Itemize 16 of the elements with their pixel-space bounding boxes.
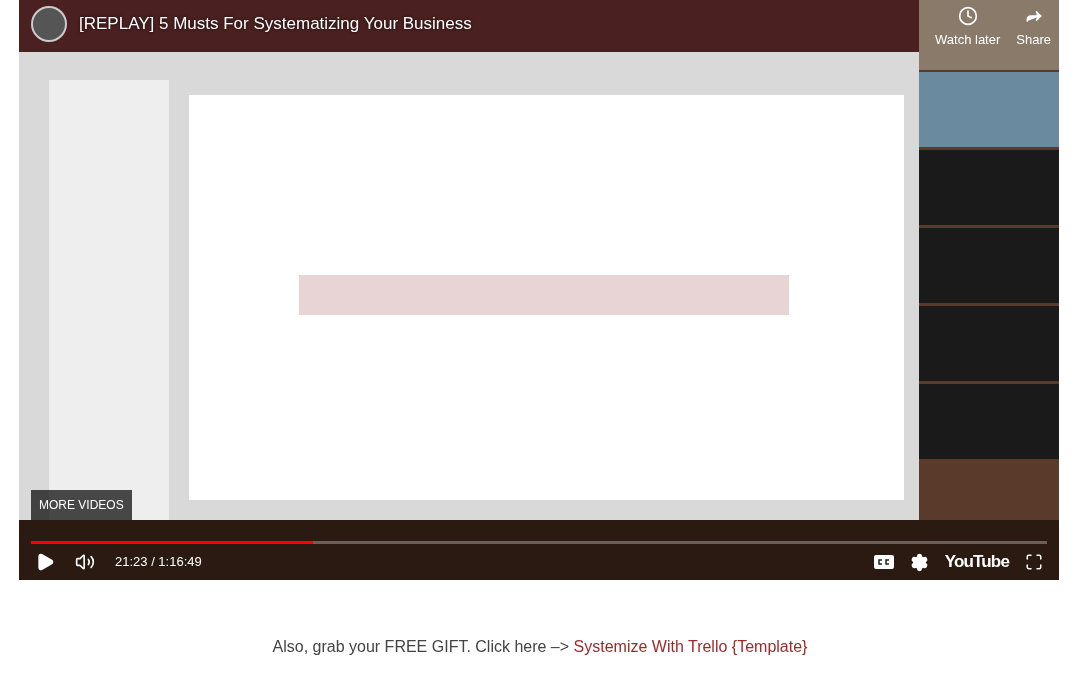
volume-icon <box>75 552 95 572</box>
caption-text: Also, grab your FREE GIFT. Click here –> Systemize With Trello {Template} <box>272 637 808 657</box>
settings-button[interactable] <box>909 552 929 572</box>
watch-later-button[interactable]: Watch later <box>935 6 1001 50</box>
settings-icon <box>909 552 929 572</box>
play-icon <box>35 552 55 572</box>
captions-button[interactable] <box>873 555 894 569</box>
template-link[interactable]: Systemize With Trello {Template} <box>573 638 808 655</box>
fullscreen-icon <box>1025 553 1043 571</box>
time-display: 21:23 / 1:16:49 <box>115 553 202 572</box>
captions-icon <box>876 558 891 566</box>
share-button[interactable]: Share <box>1016 6 1051 50</box>
more-videos-button[interactable]: MORE VIDEOS <box>31 490 132 520</box>
clock-icon <box>957 6 978 26</box>
youtube-logo[interactable]: YouTube <box>944 549 1009 575</box>
fullscreen-button[interactable] <box>1025 553 1043 571</box>
